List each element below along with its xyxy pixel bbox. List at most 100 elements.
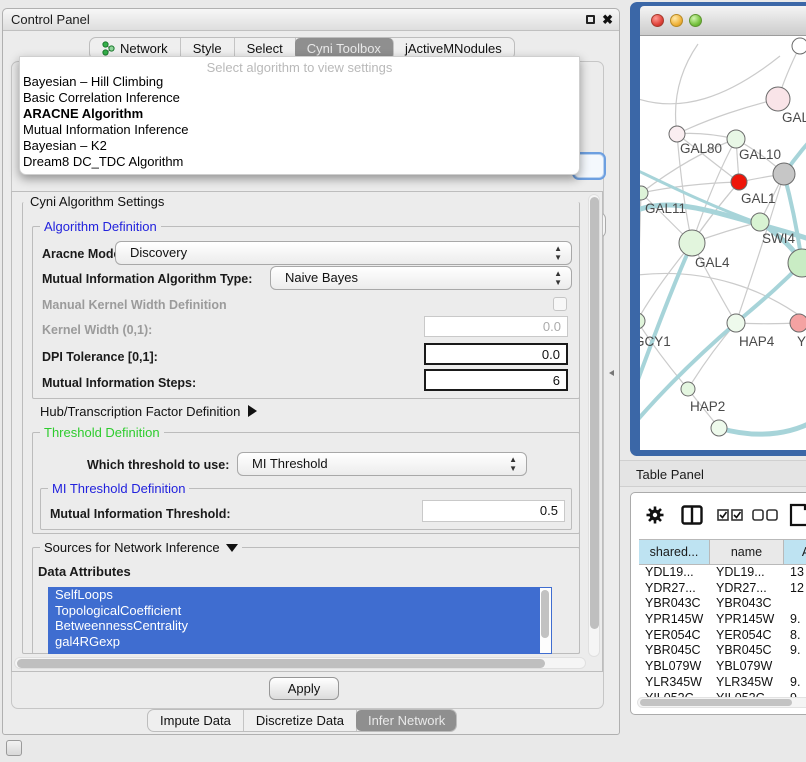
table-cell: YER054C (710, 628, 784, 644)
mac-close-button[interactable] (651, 14, 664, 27)
minimized-panel-button[interactable] (6, 740, 22, 756)
network-node[interactable] (731, 174, 747, 190)
table-cell: YBR045C (710, 643, 784, 659)
network-edge[interactable] (641, 182, 739, 193)
kernel-width-label: Kernel Width (0,1): (42, 323, 152, 337)
combo-arrows-icon: ▲▼ (554, 244, 562, 262)
close-icon[interactable]: ✖ (602, 12, 613, 28)
algorithm-option[interactable]: Bayesian – K2 (20, 138, 579, 154)
table-row[interactable]: YDL19...YDL19...13 (639, 565, 806, 581)
table-panel-window: shared...nameA YDL19...YDL19...13YDR27..… (630, 492, 806, 715)
data-attribute-item[interactable]: gal4RGexp (48, 634, 552, 650)
mac-minimize-button[interactable] (670, 14, 683, 27)
algorithm-option[interactable]: Mutual Information Inference (20, 122, 579, 138)
combo-arrows-icon: ▲▼ (554, 269, 562, 287)
table-cell (784, 596, 806, 612)
network-node-label: HAP4 (739, 334, 775, 349)
select-all-columns-icon[interactable] (717, 509, 743, 522)
data-attribute-item[interactable]: BetweennessCentrality (48, 618, 552, 634)
table-row[interactable]: YLR345WYLR345W9. (639, 675, 806, 691)
network-node-gal1[interactable] (751, 213, 769, 231)
new-table-icon[interactable] (789, 503, 806, 527)
data-attributes-list[interactable]: SelfLoopsTopologicalCoefficientBetweenne… (48, 587, 552, 654)
table-cell: YDR27... (639, 581, 710, 597)
algorithm-option[interactable]: Bayesian – Hill Climbing (20, 74, 579, 90)
sources-title[interactable]: Sources for Network Inference (40, 540, 242, 555)
network-node-gcy1[interactable] (640, 313, 645, 329)
data-attribute-item[interactable]: SelfLoops (48, 587, 552, 603)
settings-vertical-scrollbar[interactable] (588, 194, 600, 657)
table-panel-title: Table Panel (636, 467, 704, 482)
algorithm-placeholder: Select algorithm to view settings (20, 57, 579, 74)
hub-factor-expander[interactable]: Hub/Transcription Factor Definition (40, 404, 257, 419)
dpi-tolerance-field[interactable]: 0.0 (424, 343, 568, 365)
network-canvas[interactable]: GAL7GAL80GAL10GAL1GAL11GAL4SWI4GCY1HAP4Y… (640, 36, 806, 450)
algorithm-list: Bayesian – Hill ClimbingBasic Correlatio… (20, 74, 579, 170)
mi-steps-field[interactable]: 6 (424, 369, 568, 391)
table-row[interactable]: YDR27...YDR27...12 (639, 581, 806, 597)
algorithm-option[interactable]: Basic Correlation Inference (20, 90, 579, 106)
network-node-hap4[interactable] (727, 314, 745, 332)
algorithm-definition-title: Algorithm Definition (40, 219, 161, 234)
network-node[interactable] (711, 420, 727, 436)
split-columns-icon[interactable] (681, 505, 703, 525)
table-row[interactable]: YBR045CYBR045C9. (639, 643, 806, 659)
table-header-row: shared...nameA (639, 539, 806, 565)
which-threshold-combo[interactable]: MI Threshold ▲▼ (237, 452, 527, 476)
table-panel-header: Table Panel (620, 460, 806, 487)
mi-type-combo[interactable]: Naive Bayes ▲▼ (270, 266, 572, 290)
network-node-gal4[interactable] (679, 230, 705, 256)
deselect-all-columns-icon[interactable] (752, 509, 778, 522)
table-cell: YDL19... (710, 565, 784, 581)
table-cell: 9. (784, 612, 806, 628)
network-edge[interactable] (677, 99, 778, 134)
table-column-header[interactable]: A (784, 540, 806, 564)
network-node-gal10[interactable] (727, 130, 745, 148)
table-column-header[interactable]: shared... (639, 540, 710, 564)
tab-impute-data[interactable]: Impute Data (148, 710, 244, 731)
hub-factor-label: Hub/Transcription Factor Definition (40, 404, 240, 419)
table-cell: YBL079W (639, 659, 710, 675)
mac-zoom-button[interactable] (689, 14, 702, 27)
float-window-icon[interactable] (586, 15, 595, 24)
splitpane-handle-icon[interactable] (609, 370, 614, 376)
network-node-y[interactable] (790, 314, 806, 332)
table-row[interactable]: YPR145WYPR145W9. (639, 612, 806, 628)
aracne-mode-combo[interactable]: Discovery ▲▼ (115, 241, 572, 265)
settings-horizontal-scrollbar[interactable] (14, 657, 586, 669)
data-attribute-item[interactable]: TopologicalCoefficient (48, 603, 552, 619)
table-cell: YPR145W (639, 612, 710, 628)
kernel-width-field[interactable]: 0.0 (424, 316, 568, 337)
network-node-gal7[interactable] (766, 87, 790, 111)
table-row[interactable]: YBL079WYBL079W (639, 659, 806, 675)
threshold-definition-title: Threshold Definition (40, 425, 164, 440)
network-window-titlebar[interactable] (640, 6, 806, 36)
algorithm-option[interactable]: ARACNE Algorithm (20, 106, 579, 122)
network-node[interactable] (792, 38, 806, 54)
gear-icon[interactable] (645, 505, 665, 525)
network-edge-strong[interactable] (719, 414, 806, 434)
table-horizontal-scrollbar[interactable] (637, 697, 806, 708)
network-node[interactable] (773, 163, 795, 185)
table-column-header[interactable]: name (710, 540, 784, 564)
manual-kernel-checkbox[interactable] (553, 297, 567, 311)
mi-type-value: Naive Bayes (285, 270, 358, 285)
algorithm-option[interactable]: Dream8 DC_TDC Algorithm (20, 154, 579, 170)
table-row[interactable]: YBR043CYBR043C (639, 596, 806, 612)
control-panel-window: Control Panel ✖ Network Style Select Cyn… (2, 8, 620, 735)
tab-discretize-data[interactable]: Discretize Data (244, 710, 357, 731)
network-node-hap2[interactable] (681, 382, 695, 396)
network-edge[interactable] (688, 323, 736, 389)
network-node-label: GAL4 (695, 255, 730, 270)
tab-infer-network[interactable]: Infer Network (356, 710, 457, 731)
network-node-gal80[interactable] (669, 126, 685, 142)
table-row[interactable]: YER054CYER054C8. (639, 628, 806, 644)
network-edge[interactable] (640, 193, 641, 321)
mi-threshold-field[interactable]: 0.5 (422, 500, 565, 522)
network-edge[interactable] (640, 56, 780, 104)
apply-button[interactable]: Apply (269, 677, 339, 700)
table-cell (784, 659, 806, 675)
network-edge[interactable] (676, 44, 698, 134)
attr-list-scrollbar[interactable] (540, 588, 551, 653)
network-node-label: HAP2 (690, 399, 725, 414)
